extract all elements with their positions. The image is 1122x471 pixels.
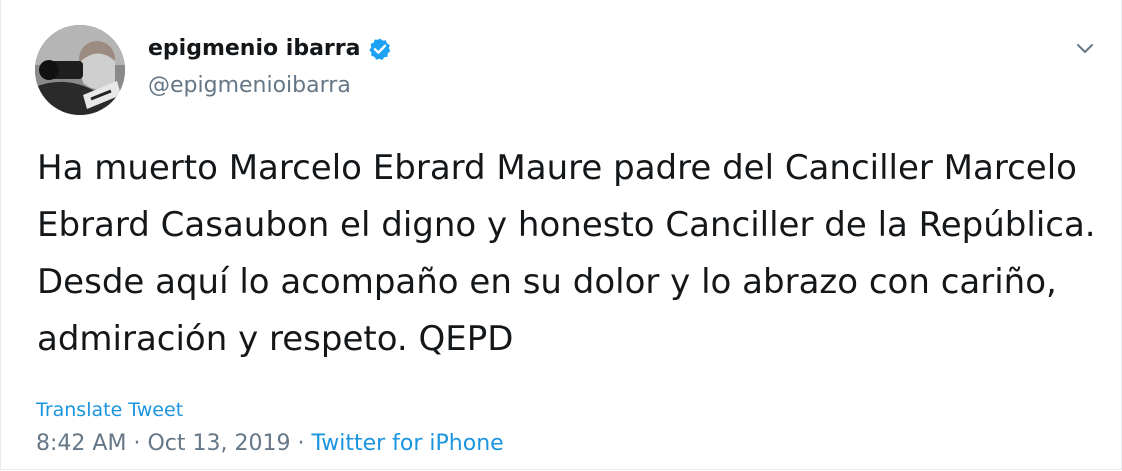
tweet-card: epigmenio ibarra @epigmenioibarra Ha mue… — [0, 0, 1122, 470]
tweet-source-link[interactable]: Twitter for iPhone — [311, 431, 503, 456]
meta-separator: · — [133, 431, 141, 456]
tweet-meta: 8:42 AM · Oct 13, 2019 · Twitter for iPhone — [36, 429, 504, 459]
chevron-down-icon[interactable] — [1073, 36, 1097, 60]
author-display-name[interactable]: epigmenio ibarra — [148, 34, 360, 64]
tweet-text: Ha muerto Marcelo Ebrard Maure padre del… — [37, 148, 1096, 359]
meta-separator: · — [297, 431, 305, 456]
avatar[interactable] — [35, 25, 125, 115]
translate-tweet-link[interactable]: Translate Tweet — [36, 396, 183, 424]
author-name-row[interactable]: epigmenio ibarra — [148, 34, 392, 64]
author-handle[interactable]: @epigmenioibarra — [148, 71, 351, 101]
verified-badge-icon — [368, 37, 392, 61]
avatar-image — [35, 25, 125, 115]
tweet-time[interactable]: 8:42 AM — [36, 431, 126, 456]
tweet-date[interactable]: Oct 13, 2019 — [147, 431, 290, 456]
